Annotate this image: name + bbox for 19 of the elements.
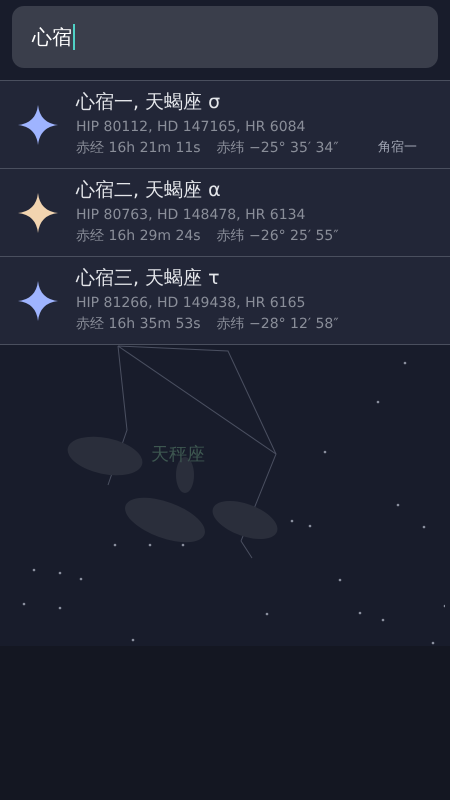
- declination: 赤纬 −28° 12′ 58″: [216, 316, 339, 334]
- declination: 赤纬 −26° 25′ 55″: [216, 228, 339, 246]
- catalog-ids: HIP 80763, HD 148478, HR 6134: [76, 206, 306, 224]
- sky-label: 天秤座: [151, 443, 205, 467]
- catalog-ids: HIP 80112, HD 147165, HR 6084: [76, 118, 306, 136]
- result-row[interactable]: 心宿二, 天蝎座 α HIP 80763, HD 148478, HR 6134 赤经 16h 29m 24s 赤纬 −26° 25′ 55″: [0, 169, 450, 257]
- star-name: 心宿一, 天蝎座 σ: [76, 91, 222, 115]
- search-field[interactable]: 心宿: [12, 6, 438, 68]
- right-ascension: 赤经 16h 35m 53s: [76, 316, 201, 334]
- catalog-ids: HIP 81266, HD 149438, HR 6165: [76, 294, 306, 312]
- sky-label: 角宿一: [378, 139, 417, 157]
- text-cursor: [73, 24, 75, 50]
- result-row[interactable]: 心宿三, 天蝎座 τ HIP 81266, HD 149438, HR 6165 赤经 16h 35m 53s 赤纬 −28° 12′ 58″: [0, 257, 450, 345]
- star-name: 心宿三, 天蝎座 τ: [76, 267, 221, 291]
- declination: 赤纬 −25° 35′ 34″: [216, 140, 339, 158]
- star-name: 心宿二, 天蝎座 α: [76, 179, 222, 203]
- search-text: 心宿: [32, 24, 72, 51]
- right-ascension: 赤经 16h 21m 11s: [76, 140, 201, 158]
- right-ascension: 赤经 16h 29m 24s: [76, 228, 201, 246]
